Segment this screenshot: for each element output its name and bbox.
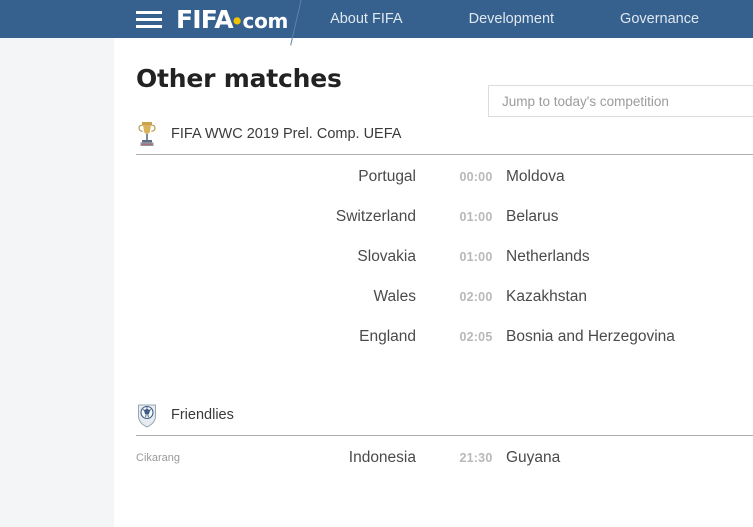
search-input[interactable] <box>489 86 753 116</box>
match-row[interactable]: Cikarang Indonesia 21:30 Guyana <box>114 438 753 478</box>
match-row[interactable]: Wales 02:00 Kazakhstan <box>114 277 753 317</box>
match-row[interactable]: Slovakia 01:00 Netherlands <box>114 237 753 277</box>
home-team-name: Indonesia <box>348 449 416 466</box>
fifa-logo-suffix: com <box>242 8 289 33</box>
competition-block: FIFA WWC 2019 Prel. Comp. UEFA Portugal … <box>114 114 753 357</box>
match-row[interactable]: Portugal 00:00 Moldova <box>114 157 753 197</box>
page-title: Other matches <box>136 64 342 93</box>
home-team-name: England <box>359 328 416 345</box>
hamburger-bar <box>136 10 162 14</box>
match-kickoff-time: 00:00 <box>459 170 493 184</box>
competition-spacer <box>114 357 753 395</box>
away-team-name: Guyana <box>506 449 561 466</box>
trophy-icon <box>138 122 156 146</box>
match-kickoff-time: 02:05 <box>459 330 493 344</box>
away-team-name: Bosnia and Herzegovina <box>506 328 675 345</box>
match-row[interactable]: England 02:05 Bosnia and Herzegovina <box>114 317 753 357</box>
away-team-name: Netherlands <box>506 248 590 265</box>
main-content: Other matches FIFA WWC 2019 Prel. Comp. … <box>114 38 753 527</box>
fifa-logo-text: FIFA <box>176 4 234 34</box>
nav-item-about-fifa[interactable]: About FIFA <box>330 11 403 27</box>
home-team-name: Portugal <box>358 168 416 185</box>
nav-item-development[interactable]: Development <box>469 11 554 27</box>
home-team-name: Slovakia <box>357 248 416 265</box>
match-kickoff-time: 21:30 <box>459 451 493 465</box>
competition-name: Friendlies <box>171 407 234 423</box>
away-team-name: Belarus <box>506 208 559 225</box>
competitions-list: FIFA WWC 2019 Prel. Comp. UEFA Portugal … <box>114 114 753 478</box>
hamburger-bar <box>136 17 162 21</box>
competition-header[interactable]: FIFA WWC 2019 Prel. Comp. UEFA <box>114 114 753 154</box>
top-navigation-bar: FIFA • com About FIFA Development Govern… <box>0 0 753 46</box>
competition-name: FIFA WWC 2019 Prel. Comp. UEFA <box>171 126 402 142</box>
match-row[interactable]: Switzerland 01:00 Belarus <box>114 197 753 237</box>
main-nav-links: About FIFA Development Governance <box>330 11 699 27</box>
fifa-logo-dot-icon: • <box>232 6 242 35</box>
hamburger-menu-icon[interactable] <box>136 9 162 29</box>
match-list: Portugal 00:00 Moldova Switzerland 01:00… <box>114 155 753 357</box>
match-venue: Cikarang <box>136 452 181 464</box>
football-shield-icon <box>138 404 156 428</box>
jump-to-competition-box[interactable] <box>488 85 753 117</box>
match-kickoff-time: 01:00 <box>459 210 493 224</box>
left-rail-background <box>0 38 114 527</box>
match-kickoff-time: 01:00 <box>459 250 493 264</box>
home-team-name: Wales <box>373 288 417 305</box>
away-team-name: Moldova <box>506 168 565 185</box>
page-header: Other matches <box>114 38 753 117</box>
match-list: Cikarang Indonesia 21:30 Guyana <box>114 436 753 478</box>
nav-item-governance[interactable]: Governance <box>620 11 699 27</box>
hamburger-bar <box>136 24 162 28</box>
competition-block: Friendlies Cikarang Indonesia 21:30 Guya… <box>114 395 753 478</box>
match-kickoff-time: 02:00 <box>459 290 493 304</box>
away-team-name: Kazakhstan <box>506 288 587 305</box>
fifa-logo[interactable]: FIFA • com <box>176 5 288 34</box>
competition-divider <box>136 154 753 155</box>
home-team-name: Switzerland <box>335 208 416 225</box>
competition-header[interactable]: Friendlies <box>114 395 753 435</box>
competition-divider <box>136 435 753 436</box>
